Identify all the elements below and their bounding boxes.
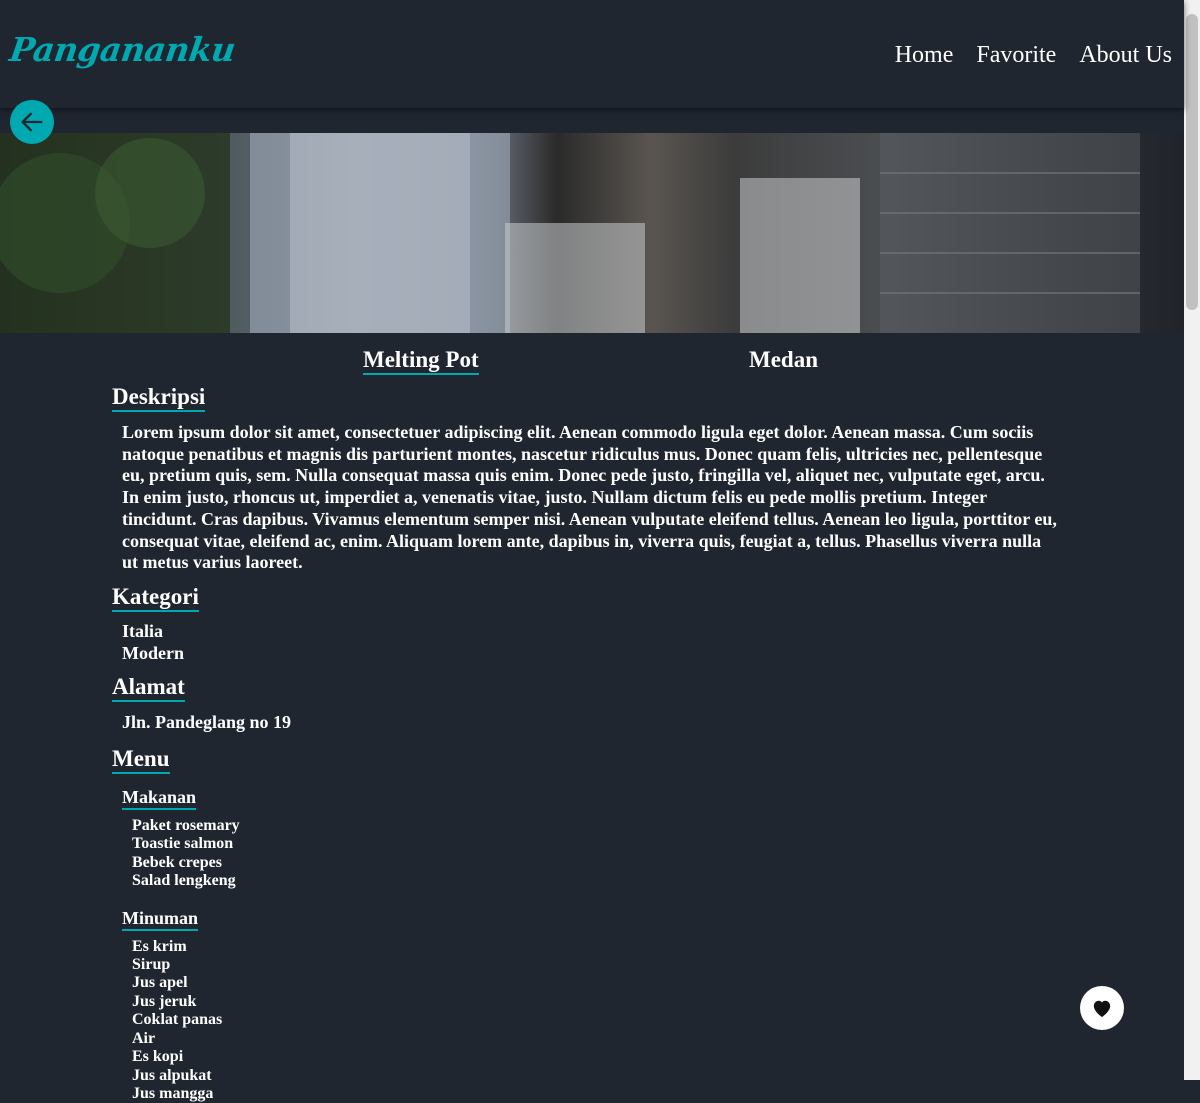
description-text: Lorem ipsum dolor sit amet, consectetuer… bbox=[122, 422, 1057, 573]
favorite-button[interactable] bbox=[1080, 986, 1124, 1030]
restaurant-detail: Deskripsi Lorem ipsum dolor sit amet, co… bbox=[112, 383, 1057, 1103]
restaurant-name: Melting Pot bbox=[363, 347, 479, 375]
back-button[interactable] bbox=[10, 100, 54, 144]
restaurant-hero-image bbox=[0, 133, 1184, 333]
drink-item: Jus jeruk bbox=[132, 992, 197, 1010]
category-item: Modern bbox=[122, 642, 184, 663]
drink-item: Sirup bbox=[132, 956, 171, 974]
category-heading: Kategori bbox=[112, 583, 199, 612]
food-menu-heading: Makanan bbox=[122, 786, 197, 811]
description-heading: Deskripsi bbox=[112, 383, 206, 412]
drink-item: Air bbox=[132, 1029, 156, 1047]
brand-logo[interactable]: Pangananku bbox=[7, 30, 237, 69]
drink-list: Es krim Sirup Jus apel Jus jeruk Coklat … bbox=[132, 938, 1057, 1103]
drink-item: Jus mangga bbox=[132, 1084, 214, 1102]
address-heading: Alamat bbox=[112, 673, 185, 703]
nav-favorite[interactable]: Favorite bbox=[976, 40, 1056, 70]
drink-item: Jus apel bbox=[132, 974, 188, 992]
category-item: Italia bbox=[122, 620, 164, 641]
restaurant-city: Medan bbox=[749, 347, 818, 372]
food-item: Bebek crepes bbox=[132, 853, 222, 871]
food-list: Paket rosemary Toastie salmon Bebek crep… bbox=[132, 817, 1057, 891]
drink-menu: Minuman Es krim Sirup Jus apel Jus jeruk… bbox=[122, 907, 1057, 1103]
nav-about-us[interactable]: About Us bbox=[1079, 40, 1172, 70]
food-menu: Makanan Paket rosemary Toastie salmon Be… bbox=[122, 786, 1057, 891]
drink-item: Es krim bbox=[132, 937, 187, 955]
scrollbar-thumb[interactable] bbox=[1186, 14, 1198, 310]
drink-item: Coklat panas bbox=[132, 1011, 223, 1029]
food-item: Toastie salmon bbox=[132, 835, 234, 853]
app-header: Pangananku Home Favorite About Us bbox=[0, 0, 1184, 108]
menu-heading: Menu bbox=[112, 745, 170, 775]
category-list: Italia Modern bbox=[122, 621, 1057, 664]
nav-home[interactable]: Home bbox=[895, 40, 954, 70]
drink-item: Es kopi bbox=[132, 1048, 184, 1066]
address-text: Jln. Pandeglang no 19 bbox=[122, 712, 292, 733]
main-nav: Home Favorite About Us bbox=[895, 40, 1172, 70]
drink-item: Jus alpukat bbox=[132, 1066, 212, 1084]
drink-menu-heading: Minuman bbox=[122, 907, 199, 931]
arrow-left-icon bbox=[21, 112, 43, 132]
food-item: Paket rosemary bbox=[132, 817, 240, 835]
food-item: Salad lengkeng bbox=[132, 872, 236, 890]
page-scrollbar[interactable] bbox=[1184, 0, 1200, 1080]
hero-scene bbox=[0, 133, 1140, 333]
heart-icon bbox=[1093, 1000, 1111, 1018]
restaurant-title-row: Melting Pot Medan bbox=[0, 347, 1184, 377]
